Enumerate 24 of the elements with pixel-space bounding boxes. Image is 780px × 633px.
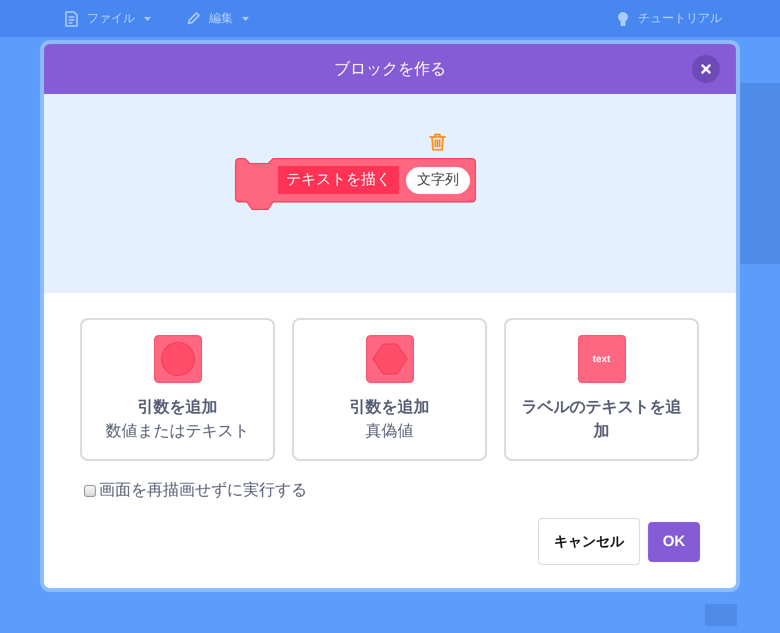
checkbox[interactable] (84, 485, 96, 497)
option-title: 引数を追加 (350, 398, 430, 418)
option-title: ラベルのテキストを追加 (520, 398, 682, 442)
cancel-button[interactable]: キャンセル (538, 518, 640, 565)
argument-field[interactable]: 文字列 (406, 167, 470, 194)
option-subtitle: 真偽値 (366, 422, 414, 442)
pencil-icon (187, 12, 200, 25)
add-option-card[interactable]: 引数を追加 数値またはテキスト (80, 318, 275, 461)
close-button[interactable] (692, 55, 720, 83)
option-subtitle: 数値またはテキスト (106, 422, 250, 442)
option-title: 引数を追加 (138, 398, 218, 418)
add-option-card[interactable]: text ラベルのテキストを追加 (504, 318, 699, 461)
round-input-icon (154, 335, 202, 383)
trash-icon[interactable] (429, 133, 446, 151)
lightbulb-icon (617, 10, 629, 26)
label-text-tile: text (578, 335, 626, 383)
dialog-title: ブロックを作る (334, 60, 446, 80)
close-icon (701, 64, 711, 74)
checkbox-label[interactable]: 画面を再描画せずに実行する (99, 481, 307, 501)
add-option-card[interactable]: 引数を追加 真偽値 (292, 318, 487, 461)
block-label-field[interactable]: テキストを描く (278, 166, 399, 194)
hexagon-input-icon (366, 335, 414, 383)
ok-button[interactable]: OK (648, 522, 700, 562)
file-icon (65, 10, 78, 26)
